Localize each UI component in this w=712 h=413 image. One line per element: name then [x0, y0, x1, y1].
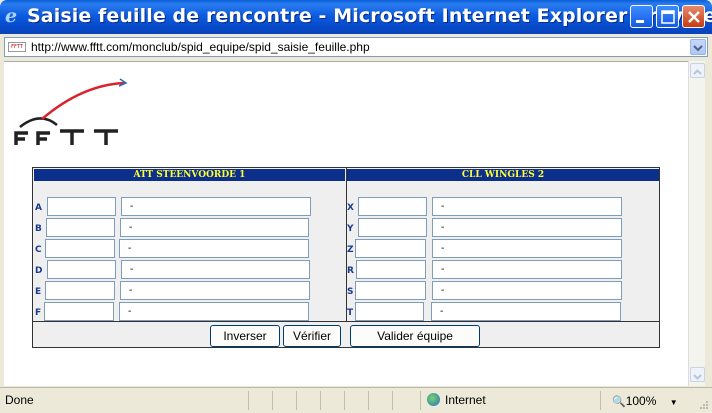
scroll-down-button[interactable]	[690, 367, 705, 382]
away-row-label: Y	[347, 224, 354, 234]
ie-logo-icon: e	[5, 5, 18, 27]
home-player-field[interactable]: -	[120, 218, 309, 237]
close-button[interactable]	[682, 5, 705, 28]
zoom-icon: 🔍	[612, 396, 626, 408]
zoom-control[interactable]: 🔍100% ▼	[612, 394, 678, 408]
minimize-button[interactable]	[630, 5, 653, 28]
status-bar: Done Internet 🔍100% ▼	[0, 387, 712, 413]
zoom-level: 100%	[625, 394, 657, 408]
home-license-input[interactable]	[45, 281, 115, 300]
home-license-input[interactable]	[45, 239, 115, 258]
home-license-input[interactable]	[46, 218, 115, 237]
fftt-logo-icon	[14, 78, 128, 145]
away-license-input[interactable]	[355, 302, 424, 321]
away-license-input[interactable]	[358, 218, 427, 237]
globe-icon	[427, 393, 440, 406]
status-pane	[272, 391, 273, 410]
status-text: Done	[5, 393, 34, 407]
home-row-label: D	[35, 266, 43, 276]
resize-grip-icon[interactable]	[699, 400, 709, 410]
home-license-input[interactable]	[47, 260, 116, 279]
status-pane	[344, 391, 345, 410]
home-player-field[interactable]: -	[119, 302, 309, 321]
status-pane	[320, 391, 321, 410]
chevron-down-icon	[693, 374, 702, 380]
home-player-field[interactable]: -	[121, 260, 310, 279]
scroll-up-button[interactable]	[690, 63, 705, 78]
fftt-logo	[12, 75, 137, 154]
away-row-label: T	[347, 308, 354, 318]
away-license-input[interactable]	[355, 281, 426, 300]
chevron-down-icon[interactable]: ▼	[670, 398, 678, 407]
home-row-label: E	[35, 287, 42, 297]
match-sheet-form: ATT STEENVOORDE 1 CLL WINGLES 2 A B C D …	[32, 167, 660, 348]
away-license-input[interactable]	[358, 197, 427, 216]
zone-label: Internet	[445, 393, 486, 407]
home-player-field[interactable]: -	[120, 281, 310, 300]
away-row-label: S	[347, 287, 354, 297]
status-pane	[600, 391, 601, 410]
home-row-label: F	[35, 308, 42, 318]
verifier-button[interactable]: Vérifier	[283, 325, 341, 347]
away-player-field[interactable]: -	[432, 218, 622, 237]
maximize-icon	[661, 10, 675, 24]
away-license-input[interactable]	[355, 239, 426, 258]
window-title: Saisie feuille de rencontre - Microsoft …	[27, 5, 712, 27]
maximize-button[interactable]	[656, 5, 679, 28]
inverser-button[interactable]: Inverser	[210, 325, 280, 347]
status-pane	[392, 391, 393, 410]
away-player-field[interactable]: -	[432, 281, 622, 300]
away-row-label: Z	[347, 245, 354, 255]
away-player-field[interactable]: -	[432, 197, 622, 216]
away-row-label: X	[347, 203, 354, 213]
away-license-input[interactable]	[356, 260, 426, 279]
address-url[interactable]: http://www.fftt.com/monclub/spid_equipe/…	[31, 40, 370, 54]
away-player-field[interactable]: -	[432, 239, 622, 258]
away-team-header: CLL WINGLES 2	[347, 169, 659, 181]
chevron-up-icon	[693, 69, 702, 75]
favicon-icon: FFTT	[8, 42, 26, 52]
away-player-field[interactable]: -	[432, 260, 622, 279]
away-row-label: R	[347, 266, 354, 276]
status-pane	[420, 391, 421, 410]
address-bar[interactable]: FFTT http://www.fftt.com/monclub/spid_eq…	[4, 37, 708, 57]
home-license-input[interactable]	[44, 302, 114, 321]
home-team-header: ATT STEENVOORDE 1	[34, 169, 345, 181]
home-license-input[interactable]	[47, 197, 116, 216]
security-zone: Internet	[427, 393, 486, 407]
title-bar: e Saisie feuille de rencontre - Microsof…	[0, 0, 712, 34]
home-row-label: C	[35, 245, 42, 255]
status-pane	[296, 391, 297, 410]
valider-equipe-button[interactable]: Valider équipe	[350, 325, 480, 347]
home-row-label: A	[35, 203, 42, 213]
home-row-label: B	[35, 224, 42, 234]
close-icon	[688, 11, 700, 23]
vertical-scrollbar[interactable]	[688, 61, 705, 386]
row-divider	[33, 321, 659, 322]
home-player-field[interactable]: -	[119, 239, 309, 258]
address-dropdown-button[interactable]	[690, 39, 706, 55]
status-pane	[248, 391, 249, 410]
chevron-down-icon	[693, 45, 703, 52]
minimize-icon	[636, 20, 644, 23]
home-player-field[interactable]: -	[121, 197, 311, 216]
away-player-field[interactable]: -	[431, 302, 621, 321]
status-pane	[368, 391, 369, 410]
